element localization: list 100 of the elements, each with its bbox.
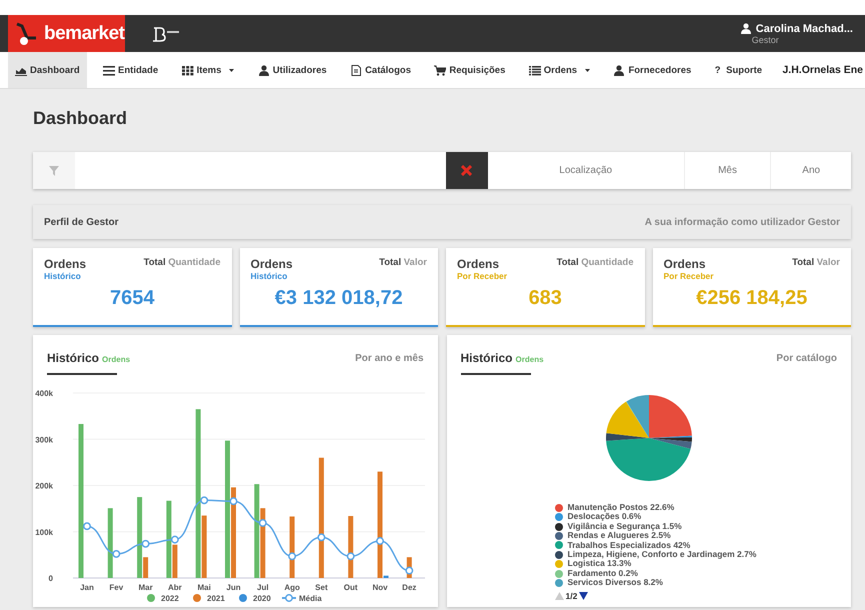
nav-item[interactable]: ? Suporte (708, 52, 770, 88)
axis-label: Dez (402, 583, 416, 592)
nav-item[interactable]: Requisições (427, 52, 512, 88)
data-point (230, 497, 238, 506)
page-indicator: 1/2 (566, 590, 578, 601)
legend-label[interactable]: Servicos Diversos 8.2% (568, 578, 663, 588)
axis-label: Out (344, 583, 358, 592)
total-label: Total (792, 257, 814, 268)
axis-label: 0 (48, 574, 53, 583)
axis-label: Set (315, 583, 328, 592)
legend-item[interactable]: 2020 (239, 594, 271, 603)
stat-subtitle: Histórico (250, 271, 288, 281)
stat-title: Ordens (250, 257, 293, 271)
nav-item[interactable]: Fornecedores (606, 52, 698, 88)
card-tag: Ordens (102, 355, 130, 364)
filter-dropdown[interactable]: Mês (684, 152, 770, 189)
close-icon (461, 165, 472, 176)
legend-item[interactable]: Média (282, 594, 322, 603)
nav-item[interactable]: Entidade (96, 52, 166, 88)
total-label: Total (379, 257, 402, 268)
nav-item[interactable]: Catálogos (343, 52, 418, 88)
axis-label: Jun (226, 583, 241, 592)
stat-value: €3 132 018,72 (274, 287, 404, 310)
filter-dropdown[interactable]: Localização (488, 152, 684, 189)
legend-label[interactable]: Trabalhos Especializados 42% (568, 540, 690, 550)
data-point (170, 536, 179, 544)
axis-label: Nov (372, 583, 388, 592)
clear-button[interactable] (446, 152, 488, 189)
legend-label[interactable]: Deslocações 0.6% (568, 512, 642, 522)
grid-icon (182, 64, 194, 76)
data-point (83, 522, 91, 530)
account-link[interactable]: J.H.Ornelas Ene (778, 52, 865, 88)
legend-item[interactable]: 2021 (193, 594, 225, 603)
user-icon (740, 23, 752, 34)
legend-label: 2022 (161, 594, 180, 603)
measure-label: Valor (816, 257, 840, 268)
axis-label: Mar (138, 583, 153, 592)
stat-value: 7654 (109, 287, 156, 310)
data-point (200, 496, 208, 504)
stat-subtitle: Histórico (44, 271, 82, 281)
cart-icon (434, 64, 446, 76)
legend-label[interactable]: Fardamento 0.2% (568, 568, 638, 578)
stat-title: Ordens (44, 257, 86, 271)
list-icon (528, 64, 541, 76)
user-icon (613, 64, 626, 76)
stat-value: €256 184,25 (695, 287, 808, 310)
legend-label[interactable]: Manutenção Postos 22.6% (568, 503, 674, 512)
axis-label: 300k (35, 435, 53, 444)
stat-subtitle: Por Receber (664, 271, 714, 281)
user-name[interactable]: Carolina Machad... (756, 22, 853, 34)
axis-label: 400k (35, 389, 53, 398)
filter-field[interactable] (74, 152, 446, 189)
previous-page-icon[interactable] (554, 592, 564, 600)
card-subtitle: Por ano e mês (355, 353, 424, 364)
total-label: Total (556, 257, 579, 268)
legend-label: 2021 (207, 594, 226, 603)
axis-label: Jul (257, 583, 269, 592)
filter-dropdown[interactable]: Ano (770, 152, 851, 189)
nav-item[interactable]: Dashboard (8, 52, 87, 88)
stat-subtitle: Por Receber (457, 271, 508, 281)
legend-label[interactable]: Vigilância e Segurança 1.5% (568, 522, 682, 532)
legend-label: Média (299, 594, 322, 603)
nav-item[interactable]: Items (174, 52, 242, 88)
axis-label: Ago (284, 583, 300, 592)
menu-icon (103, 64, 116, 76)
data-point (376, 537, 384, 545)
data-point (346, 552, 355, 560)
total-label: Total (144, 257, 166, 268)
axis-label: 100k (35, 528, 53, 537)
document-icon (350, 64, 362, 76)
next-page-icon[interactable] (579, 592, 588, 600)
legend-label[interactable]: Logistica 13.3% (568, 559, 632, 569)
data-point (258, 519, 267, 527)
nav-item[interactable]: Utilizadores (250, 52, 334, 88)
axis-label: 200k (35, 482, 53, 490)
panel-title: Perfil de Gestor (44, 216, 118, 228)
brand-logo[interactable]: bemarket (8, 15, 125, 52)
stat-title: Ordens (664, 257, 707, 271)
axis-label: Mai (198, 583, 211, 592)
data-point (317, 533, 326, 542)
group-logo-icon (151, 26, 181, 42)
card-subtitle: Por catálogo (776, 353, 837, 364)
legend-item[interactable]: 2022 (147, 594, 179, 603)
panel-note: A sua informação como utilizador Gestor (644, 216, 840, 228)
nav-item[interactable]: Ordens (522, 52, 598, 88)
data-point (142, 540, 150, 548)
data-point (405, 566, 414, 575)
card-title: Histórico (460, 351, 513, 365)
page-title: Dashboard (33, 108, 128, 129)
legend-label[interactable]: Limpeza, Higiene, Conforto e Jardinagem 2.7% (568, 550, 756, 560)
axis-label: Abr (168, 583, 182, 592)
stat-value: 683 (528, 287, 563, 310)
measure-label: Quantidade (168, 257, 220, 268)
measure-label: Quantidade (581, 257, 634, 268)
card-tag: Ordens (516, 355, 544, 364)
legend-label[interactable]: Rendas e Alugueres 2.5% (568, 531, 671, 541)
axis-label: Fev (109, 583, 124, 592)
data-point (288, 552, 296, 560)
legend-label: 2020 (253, 594, 272, 603)
axis-label: Jan (80, 583, 94, 592)
